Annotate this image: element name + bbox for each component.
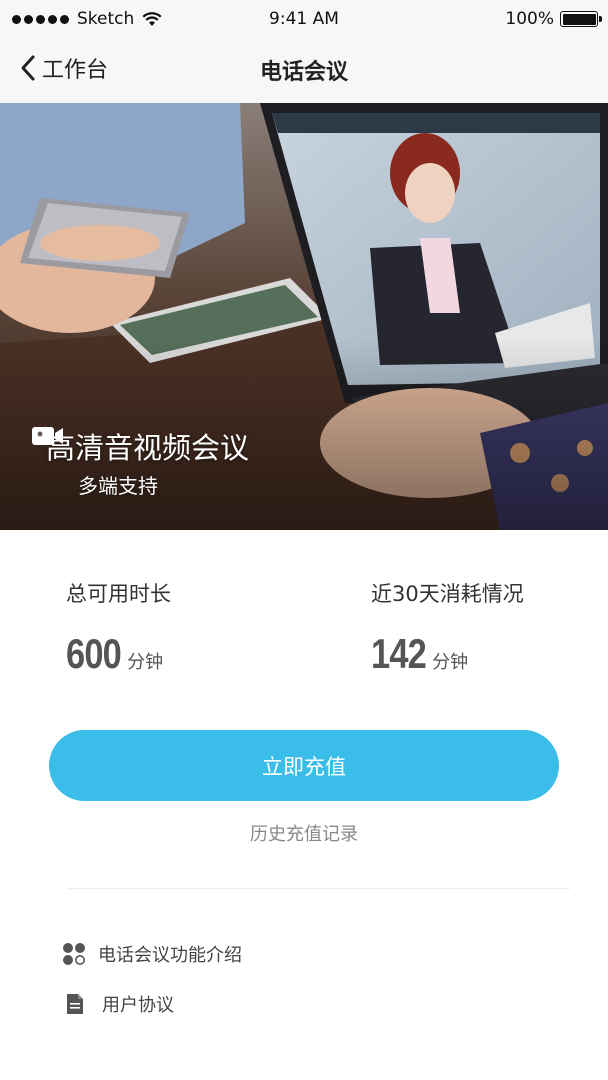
battery-info: 100%: [505, 9, 602, 29]
battery-icon: [560, 11, 602, 27]
total-duration-stat: 总可用时长 600 分钟: [66, 578, 171, 678]
recent-usage-label: 近30天消耗情况: [371, 582, 524, 606]
navigation-bar: 工作台 电话会议: [0, 40, 608, 103]
hero-title: 高清音视频会议: [46, 431, 250, 465]
feature-intro-link[interactable]: 电话会议功能介绍: [62, 941, 242, 967]
user-agreement-label: 用户协议: [102, 995, 174, 1016]
recharge-button[interactable]: 立即充值: [49, 730, 559, 801]
document-icon: [67, 994, 83, 1014]
page-title: 电话会议: [259, 60, 348, 85]
hero-banner: 高清音视频会议 多端支持: [0, 103, 608, 530]
total-duration-unit: 分钟: [127, 652, 164, 673]
feature-intro-label: 电话会议功能介绍: [98, 945, 242, 966]
grid-dots-icon: [63, 943, 85, 965]
hero-subtitle: 多端支持: [78, 474, 158, 498]
battery-percent: 100%: [505, 9, 554, 29]
total-duration-value: 600: [66, 630, 122, 677]
recharge-history-link[interactable]: 历史充值记录: [0, 820, 608, 846]
total-duration-label: 总可用时长: [66, 582, 171, 606]
recent-usage-unit: 分钟: [432, 652, 469, 673]
hero-title-row: 高清音视频会议: [32, 425, 249, 467]
recent-usage-stat: 近30天消耗情况 142 分钟: [371, 578, 524, 678]
recent-usage-value: 142: [371, 630, 427, 677]
divider: [68, 888, 570, 889]
video-camera-icon: [32, 427, 63, 445]
user-agreement-link[interactable]: 用户协议: [66, 991, 174, 1017]
status-bar: Sketch 9:41 AM 100%: [0, 0, 608, 40]
